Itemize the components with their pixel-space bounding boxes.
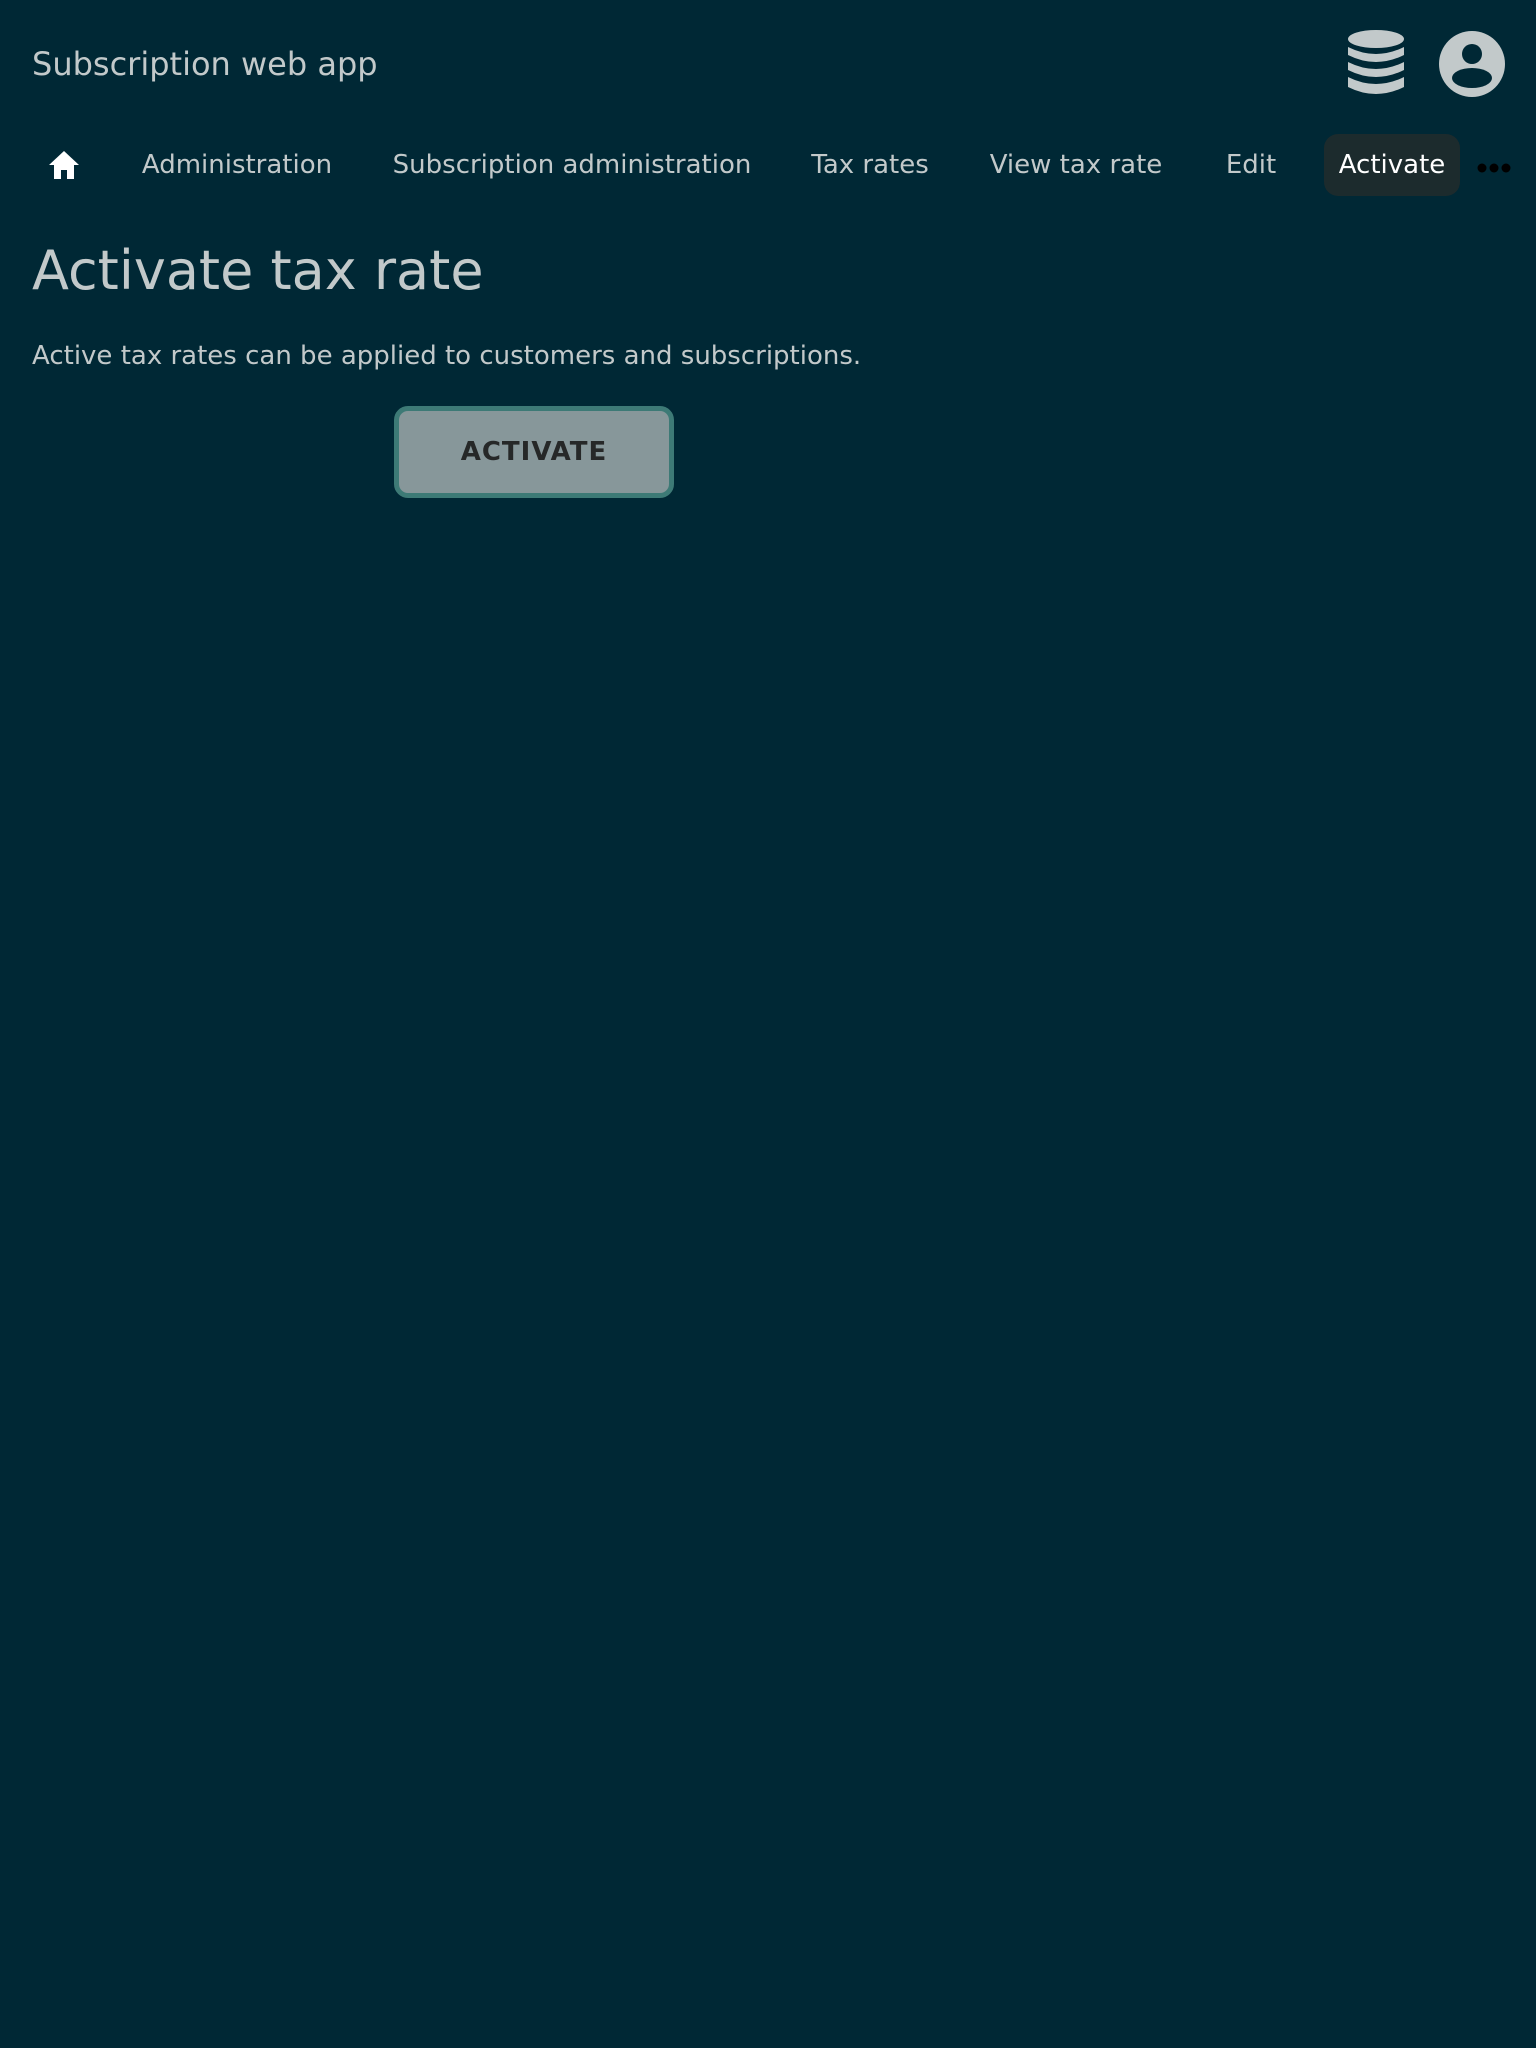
breadcrumb: Administration Subscription administrati… <box>0 130 1536 202</box>
home-icon <box>49 151 79 179</box>
breadcrumb-item-edit[interactable]: Edit <box>1210 134 1292 196</box>
breadcrumb-item-administration[interactable]: Administration <box>128 134 346 196</box>
breadcrumb-item-tax-rates[interactable]: Tax rates <box>796 134 944 196</box>
page-description: Active tax rates can be applied to custo… <box>32 341 862 371</box>
breadcrumb-item-subscription-administration[interactable]: Subscription administration <box>378 134 766 196</box>
breadcrumb-item-activate[interactable]: Activate <box>1324 134 1460 196</box>
account-circle-icon[interactable] <box>1436 28 1508 100</box>
page-title: Activate tax rate <box>32 239 484 302</box>
breadcrumb-home[interactable] <box>30 134 98 196</box>
app-header: Subscription web app <box>0 0 1536 128</box>
more-horizontal-icon[interactable] <box>1470 154 1518 182</box>
app-title: Subscription web app <box>32 45 378 83</box>
breadcrumb-item-view-tax-rate[interactable]: View tax rate <box>976 134 1176 196</box>
activate-button[interactable]: ACTIVATE <box>394 406 674 498</box>
database-icon[interactable] <box>1340 28 1412 100</box>
